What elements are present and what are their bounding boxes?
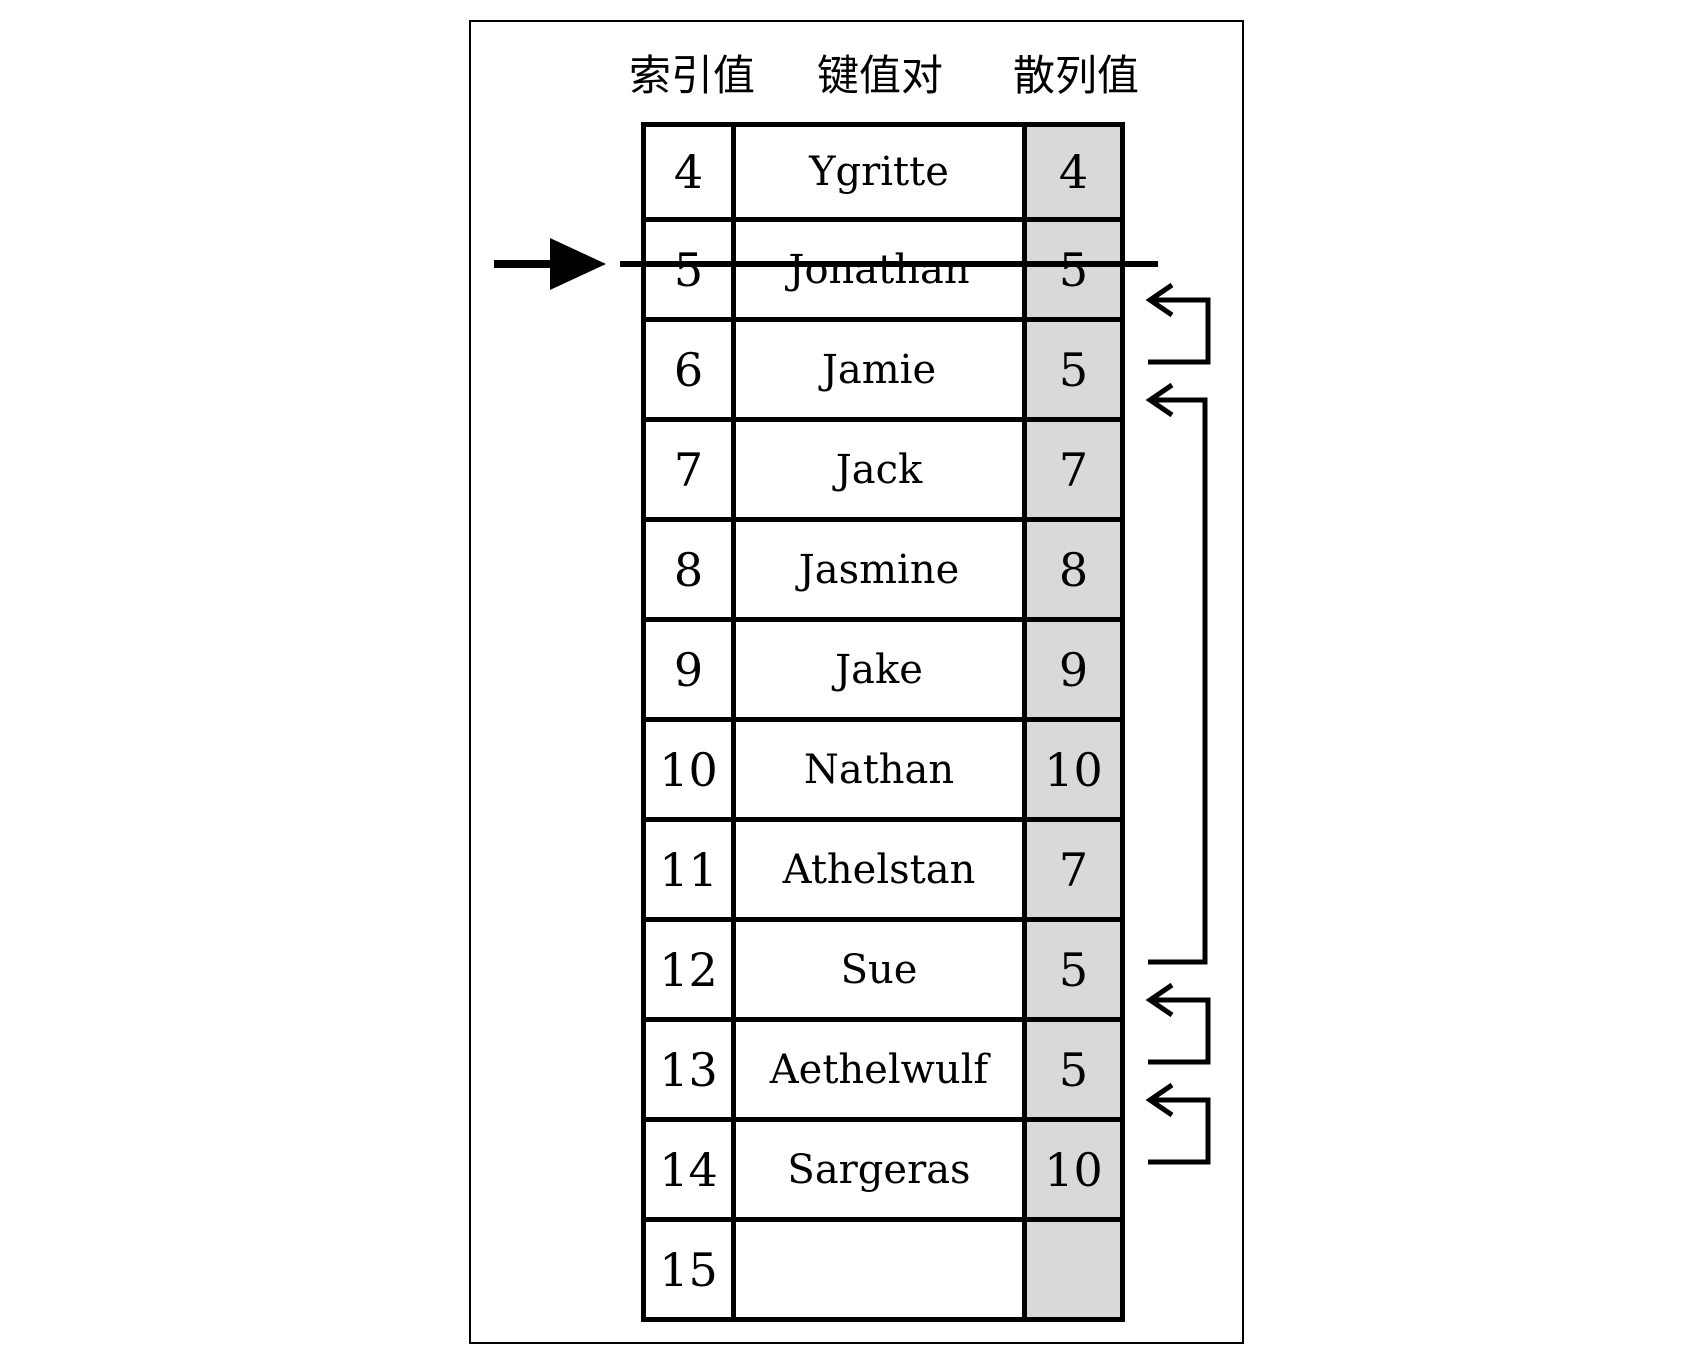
chain-arrow-line xyxy=(1148,397,1208,965)
chain-arrow-line xyxy=(1148,997,1211,1065)
pointer-arrow-head xyxy=(550,238,606,290)
chain-arrow-line xyxy=(1148,297,1211,365)
arrows-overlay xyxy=(494,238,1211,1165)
chain-arrow-line xyxy=(1148,1097,1211,1165)
